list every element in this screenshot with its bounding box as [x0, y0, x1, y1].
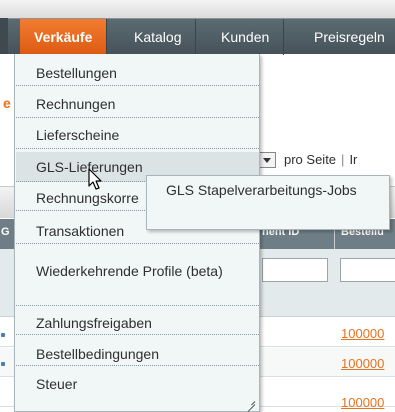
order-link[interactable]: 100000: [341, 356, 384, 371]
per-page-label: pro Seite: [284, 152, 337, 167]
gls-submenu: GLS Stapelverarbeitungs-Jobs: [146, 175, 390, 230]
row-marker: [1, 333, 5, 337]
submenu-item-gls-stapelverarbeitungs-jobs[interactable]: GLS Stapelverarbeitungs-Jobs: [166, 181, 381, 199]
resize-grip-icon[interactable]: [245, 395, 255, 405]
nav-kunden[interactable]: Kunden: [207, 19, 285, 55]
nav-left-edge: [0, 18, 8, 54]
main-navbar: Verkäufe Katalog Kunden Preisregeln: [0, 18, 395, 55]
pager: pro Seite | Ir: [258, 150, 357, 170]
row-marker: [1, 362, 5, 366]
nav-katalog[interactable]: Katalog: [120, 19, 197, 55]
pager-next-fragment: Ir: [349, 152, 358, 167]
column-header-g[interactable]: G: [1, 226, 10, 238]
menu-item-bestellbedingungen[interactable]: Bestellbedingungen: [16, 337, 259, 366]
per-page-select[interactable]: [258, 151, 276, 168]
menu-item-wiederkehrende-profile[interactable]: Wiederkehrende Profile (beta): [16, 246, 259, 306]
mouse-cursor-icon: [88, 168, 102, 190]
menu-item-rechnungen[interactable]: Rechnungen: [16, 91, 259, 118]
order-filter-input[interactable]: [340, 258, 395, 282]
page-title-fragment: e: [3, 95, 11, 111]
order-link[interactable]: 100000: [341, 395, 384, 410]
order-link[interactable]: 100000: [341, 326, 384, 341]
menu-item-steuer[interactable]: Steuer: [16, 367, 259, 399]
nav-verkaeufe[interactable]: Verkäufe: [20, 19, 108, 55]
menu-item-zahlungsfreigaben[interactable]: Zahlungsfreigaben: [16, 307, 259, 335]
nav-preisregeln[interactable]: Preisregeln: [300, 19, 395, 55]
pager-separator: |: [341, 152, 345, 167]
verkaeufe-dropdown-menu: Bestellungen Rechnungen Lieferscheine GL…: [14, 54, 260, 412]
shipment-id-filter-input[interactable]: [262, 258, 328, 282]
menu-item-lieferscheine[interactable]: Lieferscheine: [16, 122, 259, 149]
menu-item-bestellungen[interactable]: Bestellungen: [16, 60, 259, 86]
top-strip: [0, 0, 395, 18]
